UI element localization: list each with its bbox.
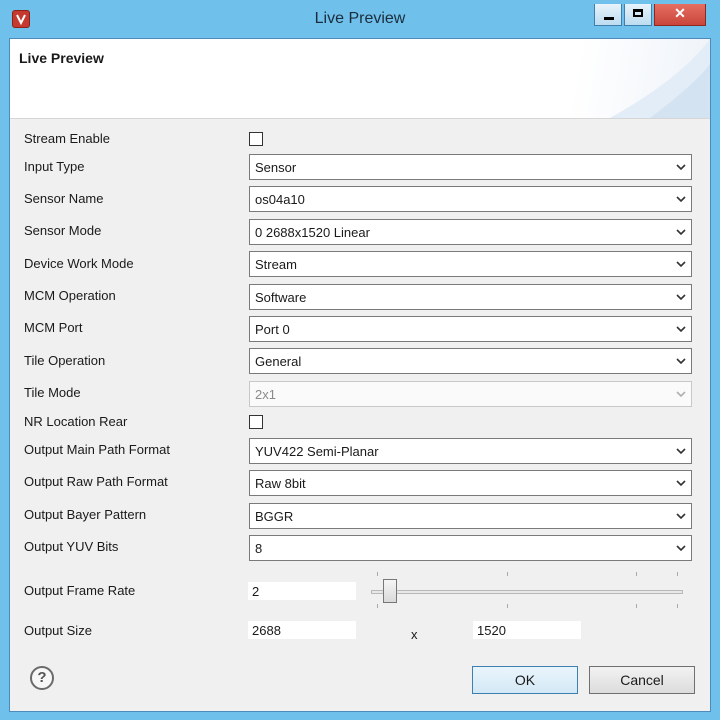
- title-bar[interactable]: Live Preview ✕: [0, 0, 720, 38]
- output-size-label: Output Size: [24, 623, 92, 638]
- chevron-down-icon: [676, 261, 686, 268]
- output-width-value: 2688: [252, 623, 281, 638]
- output-frame-rate-label: Output Frame Rate: [24, 583, 136, 598]
- slider-tick: [377, 572, 378, 576]
- banner-decoration: [610, 39, 710, 118]
- mcm-port-select[interactable]: Port 0: [249, 316, 692, 342]
- sensor-mode-label: Sensor Mode: [24, 223, 102, 238]
- header-banner: Live Preview: [10, 39, 710, 119]
- tile-mode-select: 2x1: [249, 381, 692, 407]
- output-width-input[interactable]: 2688: [248, 621, 356, 639]
- banner-title: Live Preview: [19, 50, 104, 66]
- slider-tick: [507, 572, 508, 576]
- device-work-mode-label: Device Work Mode: [24, 256, 134, 271]
- sensor-name-value: os04a10: [255, 192, 305, 207]
- output-bayer-pattern-label: Output Bayer Pattern: [24, 507, 147, 522]
- chevron-down-icon: [676, 545, 686, 552]
- tile-operation-value: General: [255, 354, 302, 369]
- slider-tick: [507, 604, 508, 608]
- stream-enable-label: Stream Enable: [24, 131, 110, 146]
- output-main-path-format-label: Output Main Path Format: [24, 442, 170, 457]
- output-frame-rate-input[interactable]: 2: [248, 582, 356, 600]
- minimize-icon: [604, 17, 614, 20]
- stream-enable-checkbox[interactable]: [249, 132, 263, 146]
- chevron-down-icon: [676, 391, 686, 398]
- tile-operation-label: Tile Operation: [24, 353, 106, 368]
- slider-tick: [636, 572, 637, 576]
- output-raw-path-format-label: Output Raw Path Format: [24, 474, 168, 489]
- chevron-down-icon: [676, 294, 686, 301]
- chevron-down-icon: [676, 164, 686, 171]
- chevron-down-icon: [676, 196, 686, 203]
- tile-mode-label: Tile Mode: [24, 385, 81, 400]
- frame-rate-slider-thumb[interactable]: [383, 579, 397, 603]
- dialog-body: Live Preview Stream Enable Input Type Se…: [9, 38, 711, 712]
- sensor-name-select[interactable]: os04a10: [249, 186, 692, 212]
- close-icon: ✕: [674, 5, 686, 21]
- tile-operation-select[interactable]: General: [249, 348, 692, 374]
- chevron-down-icon: [676, 326, 686, 333]
- slider-tick: [377, 604, 378, 608]
- close-button[interactable]: ✕: [654, 4, 706, 26]
- sensor-mode-value: 0 2688x1520 Linear: [255, 225, 370, 240]
- chevron-down-icon: [676, 513, 686, 520]
- output-main-path-format-value: YUV422 Semi-Planar: [255, 444, 379, 459]
- chevron-down-icon: [676, 229, 686, 236]
- input-type-label: Input Type: [24, 159, 85, 174]
- mcm-port-value: Port 0: [255, 322, 290, 337]
- slider-tick: [677, 604, 678, 608]
- chevron-down-icon: [676, 448, 686, 455]
- mcm-port-label: MCM Port: [24, 320, 83, 335]
- nr-location-rear-checkbox[interactable]: [249, 415, 263, 429]
- minimize-button[interactable]: [594, 4, 622, 26]
- output-raw-path-format-select[interactable]: Raw 8bit: [249, 470, 692, 496]
- size-separator: x: [411, 627, 418, 642]
- output-raw-path-format-value: Raw 8bit: [255, 476, 306, 491]
- mcm-operation-label: MCM Operation: [24, 288, 116, 303]
- device-work-mode-value: Stream: [255, 257, 297, 272]
- frame-rate-slider-track[interactable]: [371, 590, 683, 594]
- mcm-operation-select[interactable]: Software: [249, 284, 692, 310]
- output-bayer-pattern-select[interactable]: BGGR: [249, 503, 692, 529]
- input-type-select[interactable]: Sensor: [249, 154, 692, 180]
- live-preview-window: Live Preview ✕ Live Preview Stream Enabl…: [0, 0, 720, 720]
- chevron-down-icon: [676, 358, 686, 365]
- output-main-path-format-select[interactable]: YUV422 Semi-Planar: [249, 438, 692, 464]
- tile-mode-value: 2x1: [255, 387, 276, 402]
- maximize-button[interactable]: [624, 4, 652, 26]
- output-yuv-bits-label: Output YUV Bits: [24, 539, 119, 554]
- device-work-mode-select[interactable]: Stream: [249, 251, 692, 277]
- slider-tick: [677, 572, 678, 576]
- ok-button[interactable]: OK: [472, 666, 578, 694]
- cancel-button[interactable]: Cancel: [589, 666, 695, 694]
- output-yuv-bits-select[interactable]: 8: [249, 535, 692, 561]
- input-type-value: Sensor: [255, 160, 297, 175]
- output-height-input[interactable]: 1520: [473, 621, 581, 639]
- slider-tick: [636, 604, 637, 608]
- sensor-mode-select[interactable]: 0 2688x1520 Linear: [249, 219, 692, 245]
- output-frame-rate-value: 2: [252, 584, 260, 599]
- output-height-value: 1520: [477, 623, 506, 638]
- help-icon[interactable]: ?: [30, 666, 54, 690]
- output-bayer-pattern-value: BGGR: [255, 509, 294, 524]
- output-yuv-bits-value: 8: [255, 541, 263, 556]
- maximize-icon: [633, 9, 643, 17]
- sensor-name-label: Sensor Name: [24, 191, 104, 206]
- mcm-operation-value: Software: [255, 290, 307, 305]
- chevron-down-icon: [676, 480, 686, 487]
- nr-location-rear-label: NR Location Rear: [24, 414, 128, 429]
